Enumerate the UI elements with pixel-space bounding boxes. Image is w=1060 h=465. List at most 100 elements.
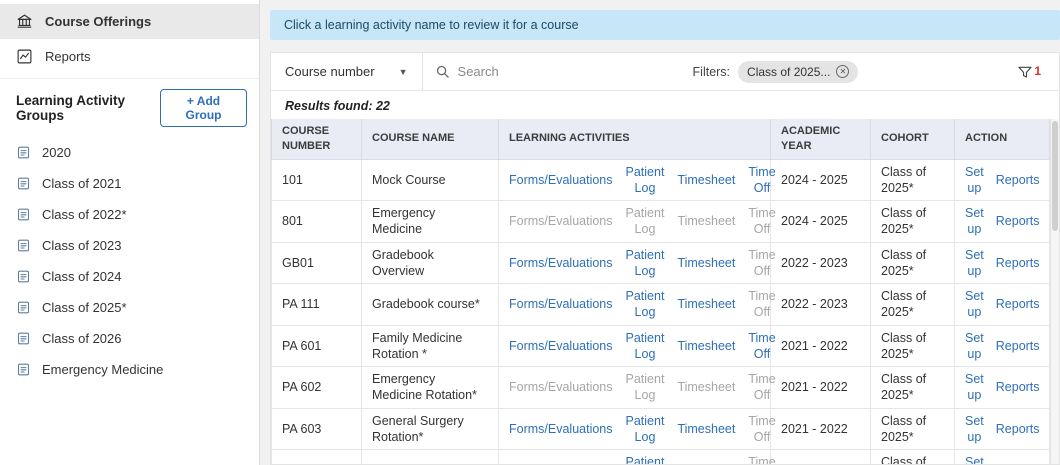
patient-log-link[interactable]: Patient Log — [626, 330, 665, 363]
timesheet-link[interactable]: Timesheet — [677, 172, 735, 188]
set-up-link[interactable]: Set up — [965, 164, 984, 197]
reports-link[interactable]: Reports — [996, 172, 1040, 188]
sidebar-group-item[interactable]: Class of 2022* — [0, 199, 259, 230]
set-up-link[interactable]: Set up — [965, 413, 984, 446]
sidebar-group-item[interactable]: Emergency Medicine — [0, 354, 259, 385]
time-off-link[interactable]: Time Off — [748, 205, 775, 238]
reports-link[interactable]: Reports — [996, 421, 1040, 437]
course-number-cell: PA 601 — [271, 324, 362, 368]
academic-year-cell: 2021 - 2022 — [770, 324, 871, 368]
course-name-cell: Emergency Medicine — [361, 200, 499, 243]
set-up-link[interactable]: Set up — [965, 371, 984, 404]
time-off-link[interactable]: Time Off — [748, 247, 775, 280]
forms-evaluations-link[interactable]: Forms/Evaluations — [509, 255, 613, 271]
set-up-link[interactable]: Set up — [965, 330, 984, 363]
set-up-link[interactable]: Set up — [965, 247, 984, 280]
sidebar-item-course-offerings[interactable]: Course Offerings — [0, 4, 259, 39]
forms-evaluations-link[interactable]: Forms/Evaluations — [509, 172, 613, 188]
sidebar-group-item[interactable]: Class of 2024 — [0, 261, 259, 292]
timesheet-link[interactable]: Timesheet — [677, 213, 735, 229]
forms-evaluations-link[interactable]: Forms/Evaluations — [509, 213, 613, 229]
group-label: Class of 2025* — [42, 300, 127, 315]
filters-label: Filters: — [692, 64, 731, 79]
learning-activities-cell: Forms/Evaluations Patient Log Timesheet … — [498, 366, 776, 409]
bank-icon — [16, 13, 33, 30]
patient-log-link[interactable]: Patient Log — [626, 413, 665, 446]
sidebar-item-reports[interactable]: Reports — [0, 39, 259, 74]
patient-log-link[interactable]: Patient Log — [626, 371, 665, 404]
group-label: Class of 2024 — [42, 269, 122, 284]
sidebar-group-item[interactable]: Class of 2021 — [0, 168, 259, 199]
patient-log-link[interactable]: Patient Log — [626, 454, 665, 464]
sidebar-group-item[interactable]: 2020 — [0, 137, 259, 168]
toolbar: Course number ▼ Filters: Class of 2025..… — [271, 53, 1059, 91]
table-scrollbar[interactable] — [1050, 119, 1059, 464]
time-off-link[interactable]: Time Off — [748, 371, 775, 404]
courses-table-wrap: COURSE NUMBER COURSE NAME LEARNING ACTIV… — [271, 119, 1059, 464]
timesheet-link[interactable]: Timesheet — [677, 255, 735, 271]
sidebar-group-item[interactable]: Class of 2026 — [0, 323, 259, 354]
filter-funnel-button[interactable]: 1 — [1017, 64, 1059, 80]
learning-activities-cell: Forms/Evaluations Patient Log Timesheet … — [498, 449, 776, 464]
action-cell: Set up Reports — [954, 324, 1050, 368]
forms-evaluations-link[interactable]: Forms/Evaluations — [509, 296, 613, 312]
group-label: Class of 2022* — [42, 207, 127, 222]
course-number-cell: PA 604 — [271, 449, 362, 464]
remove-filter-icon[interactable]: ✕ — [836, 65, 850, 78]
time-off-link[interactable]: Time Off — [748, 164, 775, 197]
course-number-cell: PA 602 — [271, 366, 362, 409]
patient-log-link[interactable]: Patient Log — [626, 288, 665, 321]
cohort-cell: Class of 2025* — [870, 283, 955, 326]
sidebar-group-item[interactable]: Class of 2025* — [0, 292, 259, 323]
sidebar-group-item[interactable]: Class of 2023 — [0, 230, 259, 261]
learning-activities-cell: Forms/Evaluations Patient Log Timesheet … — [498, 407, 776, 451]
search-input[interactable] — [457, 64, 681, 79]
reports-link[interactable]: Reports — [996, 462, 1040, 464]
timesheet-link[interactable]: Timesheet — [677, 338, 735, 354]
header-course-number: COURSE NUMBER — [271, 119, 362, 160]
reports-link[interactable]: Reports — [996, 338, 1040, 354]
info-banner: Click a learning activity name to review… — [270, 10, 1060, 40]
cohort-cell: Class of 2025* — [870, 200, 955, 243]
time-off-link[interactable]: Time Off — [748, 288, 775, 321]
search-by-select[interactable]: Course number ▼ — [271, 53, 423, 90]
reports-link[interactable]: Reports — [996, 296, 1040, 312]
timesheet-link[interactable]: Timesheet — [677, 379, 735, 395]
add-group-button[interactable]: + Add Group — [160, 89, 247, 127]
table-row: PA 601 Family Medicine Rotation * Forms/… — [271, 324, 1050, 368]
learning-activities-cell: Forms/Evaluations Patient Log Timesheet … — [498, 158, 776, 202]
timesheet-link[interactable]: Timesheet — [677, 421, 735, 437]
forms-evaluations-link[interactable]: Forms/Evaluations — [509, 462, 613, 464]
groups-list: 2020 Class of 2021 Class of 2022* Class … — [0, 137, 259, 385]
time-off-link[interactable]: Time Off — [748, 330, 775, 363]
time-off-link[interactable]: Time Off — [748, 454, 775, 464]
forms-evaluations-link[interactable]: Forms/Evaluations — [509, 379, 613, 395]
line-chart-icon — [16, 48, 33, 65]
timesheet-link[interactable]: Timesheet — [677, 462, 735, 464]
header-cohort: COHORT — [870, 119, 955, 160]
header-academic-year: ACADEMIC YEAR — [770, 119, 871, 160]
set-up-link[interactable]: Set up — [965, 454, 984, 464]
list-icon — [16, 145, 31, 160]
patient-log-link[interactable]: Patient Log — [626, 164, 665, 197]
timesheet-link[interactable]: Timesheet — [677, 296, 735, 312]
reports-link[interactable]: Reports — [996, 213, 1040, 229]
search-by-value: Course number — [285, 64, 375, 79]
reports-link[interactable]: Reports — [996, 255, 1040, 271]
course-name-cell: Gradebook course* — [361, 283, 499, 326]
filter-chip[interactable]: Class of 2025... ✕ — [738, 60, 859, 83]
set-up-link[interactable]: Set up — [965, 288, 984, 321]
list-icon — [16, 362, 31, 377]
search-box — [423, 64, 693, 79]
learning-activities-cell: Forms/Evaluations Patient Log Timesheet … — [498, 324, 776, 368]
cohort-cell: Class of 2025* — [870, 407, 955, 451]
forms-evaluations-link[interactable]: Forms/Evaluations — [509, 338, 613, 354]
set-up-link[interactable]: Set up — [965, 205, 984, 238]
patient-log-link[interactable]: Patient Log — [626, 205, 665, 238]
scrollbar-thumb[interactable] — [1052, 121, 1058, 231]
patient-log-link[interactable]: Patient Log — [626, 247, 665, 280]
list-icon — [16, 300, 31, 315]
forms-evaluations-link[interactable]: Forms/Evaluations — [509, 421, 613, 437]
reports-link[interactable]: Reports — [996, 379, 1040, 395]
time-off-link[interactable]: Time Off — [748, 413, 775, 446]
